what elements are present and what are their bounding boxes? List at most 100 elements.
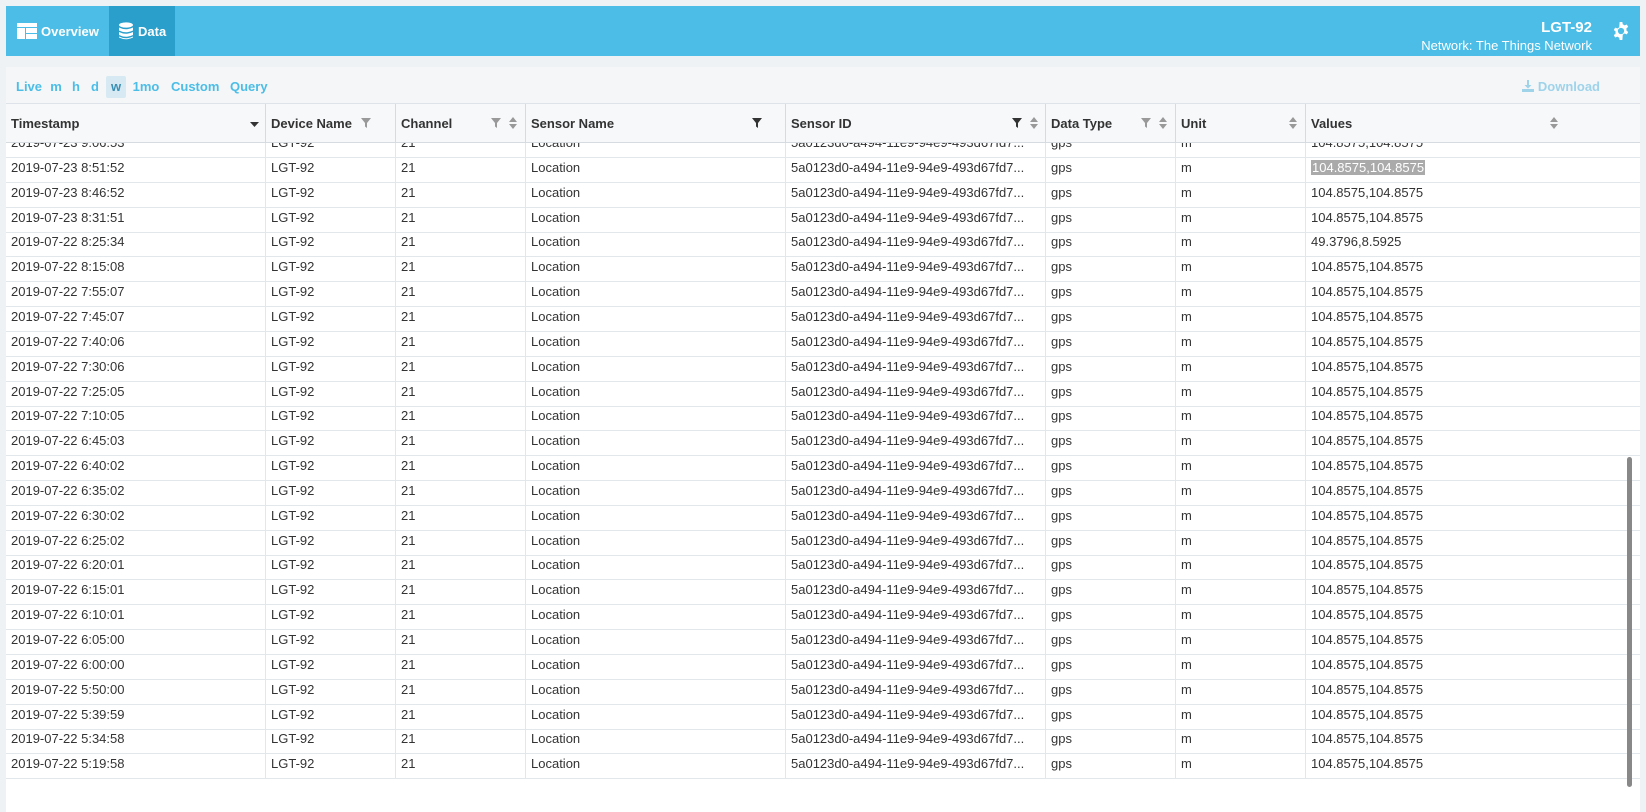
table-cell[interactable]: 104.8575,104.8575 — [1306, 331, 1568, 356]
table-cell[interactable]: LGT-92 — [266, 554, 396, 580]
table-cell[interactable]: m — [1176, 529, 1306, 555]
filter-active-icon[interactable] — [1012, 118, 1022, 128]
table-cell[interactable]: 5a0123d0-a494-11e9-94e9-493d67fd7... — [786, 479, 1046, 505]
table-cell[interactable]: m — [1176, 380, 1306, 406]
table-cell[interactable]: 2019-07-22 5:19:58 — [6, 753, 266, 779]
table-cell[interactable]: 21 — [396, 455, 526, 481]
table-cell[interactable]: 2019-07-22 7:30:06 — [6, 355, 266, 381]
table-cell[interactable]: gps — [1046, 728, 1176, 754]
table-cell[interactable]: 21 — [396, 380, 526, 406]
table-cell[interactable]: gps — [1046, 281, 1176, 307]
range-live-button[interactable]: Live — [16, 76, 42, 98]
table-cell[interactable]: 49.3796,8.5925 — [1306, 231, 1568, 256]
table-cell[interactable]: 104.8575,104.8575 — [1306, 306, 1568, 331]
table-cell[interactable]: m — [1176, 305, 1306, 331]
table-cell[interactable]: 5a0123d0-a494-11e9-94e9-493d67fd7... — [786, 753, 1046, 779]
table-cell[interactable]: Location — [526, 753, 786, 779]
table-cell[interactable]: 21 — [396, 629, 526, 654]
table-row[interactable]: 2019-07-22 7:30:06 LGT-92 21 Location 5a0123… — [6, 355, 1640, 382]
table-cell[interactable]: gps — [1046, 330, 1176, 356]
table-cell[interactable]: LGT-92 — [266, 281, 396, 307]
table-cell[interactable]: Location — [526, 579, 786, 605]
table-cell[interactable]: 2019-07-23 8:51:52 — [6, 156, 266, 182]
table-cell[interactable]: LGT-92 — [266, 256, 396, 282]
column-header-data-type[interactable]: Data Type — [1046, 104, 1176, 142]
table-cell[interactable]: 5a0123d0-a494-11e9-94e9-493d67fd7... — [786, 529, 1046, 555]
table-cell[interactable]: 104.8575,104.8575 — [1306, 256, 1568, 281]
table-cell[interactable]: LGT-92 — [266, 604, 396, 630]
table-cell[interactable]: LGT-92 — [266, 529, 396, 555]
table-cell[interactable]: gps — [1046, 181, 1176, 207]
table-cell[interactable]: 104.8575,104.8575 — [1306, 157, 1568, 182]
download-button[interactable]: Download — [1522, 76, 1600, 98]
table-cell[interactable]: LGT-92 — [266, 579, 396, 605]
table-cell[interactable]: LGT-92 — [266, 355, 396, 381]
table-cell[interactable]: 21 — [396, 405, 526, 431]
table-cell[interactable]: 21 — [396, 753, 526, 779]
table-cell[interactable]: m — [1176, 554, 1306, 580]
table-cell[interactable]: gps — [1046, 653, 1176, 679]
table-row[interactable]: 2019-07-22 7:55:07 LGT-92 21 Location 5a0123… — [6, 281, 1640, 308]
table-cell[interactable]: 5a0123d0-a494-11e9-94e9-493d67fd7... — [786, 231, 1046, 257]
column-header-values[interactable]: Values — [1306, 104, 1568, 142]
table-cell[interactable]: 21 — [396, 554, 526, 580]
table-cell[interactable]: 104.8575,104.8575 — [1306, 405, 1568, 430]
gear-icon[interactable] — [1612, 22, 1630, 40]
column-header-timestamp[interactable]: Timestamp — [6, 104, 266, 142]
table-cell[interactable]: 5a0123d0-a494-11e9-94e9-493d67fd7... — [786, 604, 1046, 630]
table-cell[interactable]: 5a0123d0-a494-11e9-94e9-493d67fd7... — [786, 554, 1046, 580]
table-cell[interactable]: 5a0123d0-a494-11e9-94e9-493d67fd7... — [786, 355, 1046, 381]
column-header-sensor-name[interactable]: Sensor Name — [526, 104, 786, 142]
table-cell[interactable]: 21 — [396, 281, 526, 307]
table-cell[interactable]: gps — [1046, 430, 1176, 456]
vertical-scrollbar[interactable] — [1627, 457, 1632, 787]
table-cell[interactable]: 21 — [396, 703, 526, 729]
table-cell[interactable]: m — [1176, 281, 1306, 307]
table-cell[interactable]: 2019-07-22 6:40:02 — [6, 455, 266, 481]
table-cell[interactable]: 104.8575,104.8575 — [1306, 654, 1568, 679]
table-cell[interactable]: 2019-07-22 8:15:08 — [6, 256, 266, 282]
table-cell[interactable]: 104.8575,104.8575 — [1306, 728, 1568, 753]
table-cell[interactable]: 104.8575,104.8575 — [1306, 281, 1568, 306]
table-cell[interactable]: 21 — [396, 579, 526, 605]
table-cell[interactable]: 104.8575,104.8575 — [1306, 554, 1568, 579]
table-cell[interactable]: Location — [526, 156, 786, 182]
table-row[interactable]: 2019-07-22 5:39:59 LGT-92 21 Location 5a0123… — [6, 703, 1640, 730]
table-cell[interactable]: 2019-07-22 6:00:00 — [6, 653, 266, 679]
table-row[interactable]: 2019-07-22 7:45:07 LGT-92 21 Location 5a0123… — [6, 305, 1640, 332]
table-cell[interactable]: Location — [526, 529, 786, 555]
table-cell[interactable]: 104.8575,104.8575 — [1306, 455, 1568, 480]
table-cell[interactable]: Location — [526, 181, 786, 207]
table-row[interactable]: 2019-07-23 8:46:52 LGT-92 21 Location 5a0123… — [6, 181, 1640, 208]
table-cell[interactable]: 21 — [396, 479, 526, 505]
table-cell[interactable]: 2019-07-22 7:40:06 — [6, 330, 266, 356]
table-cell[interactable]: m — [1176, 604, 1306, 630]
table-cell[interactable]: gps — [1046, 504, 1176, 530]
table-cell[interactable]: m — [1176, 231, 1306, 257]
table-cell[interactable]: 5a0123d0-a494-11e9-94e9-493d67fd7... — [786, 281, 1046, 307]
table-cell[interactable]: 2019-07-22 7:45:07 — [6, 305, 266, 331]
table-cell[interactable]: gps — [1046, 579, 1176, 605]
table-cell[interactable]: gps — [1046, 529, 1176, 555]
table-cell[interactable]: LGT-92 — [266, 504, 396, 530]
table-row[interactable]: 2019-07-22 7:10:05 LGT-92 21 Location 5a0123… — [6, 405, 1640, 432]
table-cell[interactable]: Location — [526, 504, 786, 530]
table-cell[interactable]: m — [1176, 629, 1306, 654]
table-row[interactable]: 2019-07-22 7:25:05 LGT-92 21 Location 5a0123… — [6, 380, 1640, 407]
table-cell[interactable]: 21 — [396, 653, 526, 679]
table-cell[interactable]: Location — [526, 305, 786, 331]
table-cell[interactable]: gps — [1046, 753, 1176, 779]
table-cell[interactable]: 21 — [396, 604, 526, 630]
table-cell[interactable]: Location — [526, 728, 786, 754]
table-cell[interactable]: 104.8575,104.8575 — [1306, 505, 1568, 530]
table-cell[interactable]: Location — [526, 629, 786, 654]
table-cell[interactable]: 5a0123d0-a494-11e9-94e9-493d67fd7... — [786, 305, 1046, 331]
table-cell[interactable]: Location — [526, 330, 786, 356]
table-cell[interactable]: m — [1176, 355, 1306, 381]
table-cell[interactable]: m — [1176, 206, 1306, 232]
table-cell[interactable]: 2019-07-22 7:25:05 — [6, 380, 266, 406]
table-cell[interactable]: 2019-07-22 5:39:59 — [6, 703, 266, 729]
table-cell[interactable]: Location — [526, 256, 786, 282]
table-cell[interactable]: gps — [1046, 405, 1176, 431]
table-cell[interactable]: 2019-07-22 6:20:01 — [6, 554, 266, 580]
